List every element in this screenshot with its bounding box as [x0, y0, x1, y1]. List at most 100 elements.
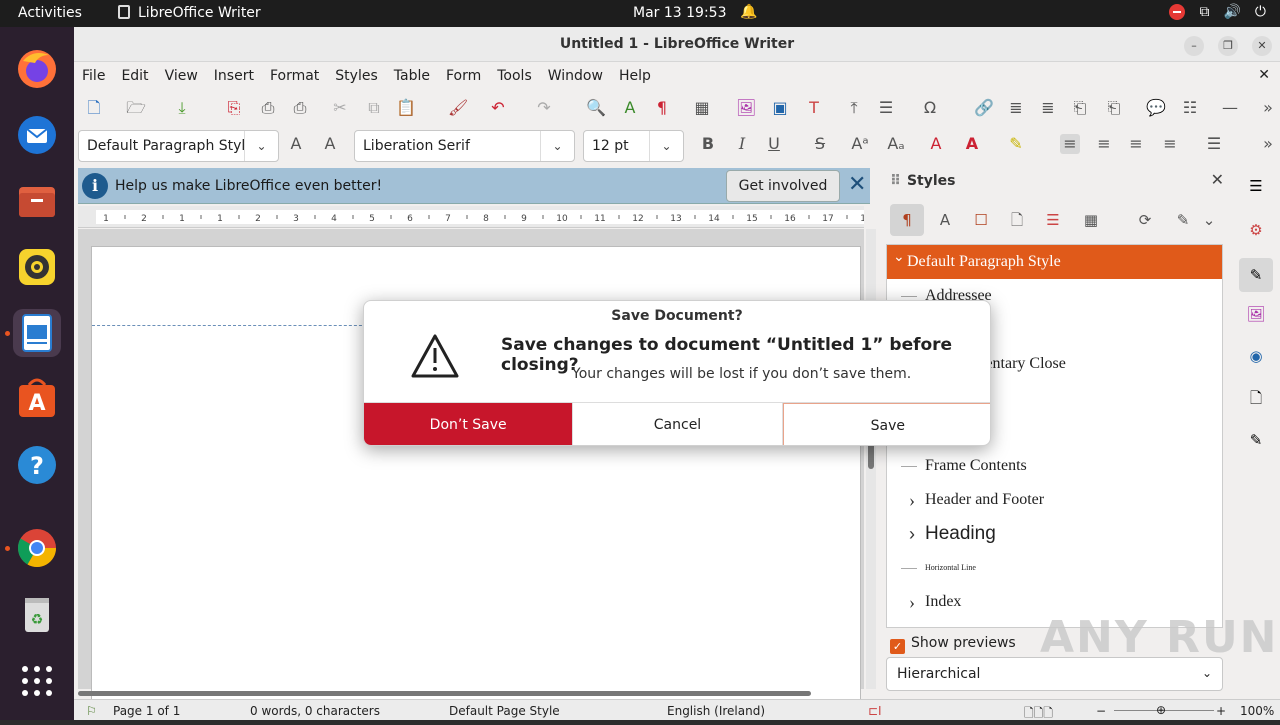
- style-item-horizontal-line[interactable]: Horizontal Line: [887, 551, 1222, 585]
- font-size-combo[interactable]: 12 pt ⌄: [583, 130, 684, 162]
- align-right-icon[interactable]: ≡: [1126, 134, 1146, 154]
- align-left-icon[interactable]: ≡: [1060, 134, 1080, 154]
- list-icon[interactable]: ☰: [1204, 134, 1224, 154]
- menu-form[interactable]: Form: [446, 68, 481, 84]
- rhythmbox-icon[interactable]: [13, 243, 61, 291]
- fill-format-icon[interactable]: ⟳: [1128, 204, 1162, 236]
- firefox-icon[interactable]: [13, 45, 61, 93]
- page-count[interactable]: Page 1 of 1: [113, 704, 180, 718]
- help-icon[interactable]: ?: [13, 441, 61, 489]
- files-icon[interactable]: [13, 177, 61, 225]
- page-styles-icon[interactable]: 🗋: [1000, 204, 1034, 236]
- toolbar-overflow-icon[interactable]: »: [1258, 134, 1278, 154]
- cancel-button[interactable]: Cancel: [573, 403, 783, 445]
- chevron-down-icon[interactable]: ⌄: [244, 131, 278, 161]
- insert-endnote-icon[interactable]: ≣: [1038, 98, 1058, 118]
- style-item-default-paragraph-style[interactable]: Default Paragraph Style: [887, 245, 1222, 279]
- print-icon[interactable]: ⎙: [258, 98, 278, 118]
- superscript-icon[interactable]: Aᵃ: [850, 134, 870, 154]
- subscript-icon[interactable]: Aₐ: [886, 134, 906, 154]
- frame-styles-icon[interactable]: ☐: [964, 204, 998, 236]
- insert-cross-reference-icon[interactable]: ⎗: [1104, 98, 1124, 118]
- track-changes-icon[interactable]: ☷: [1180, 98, 1200, 118]
- clone-formatting-icon[interactable]: 🖌: [448, 98, 468, 118]
- navigator-icon[interactable]: ◉: [1244, 344, 1268, 368]
- insert-mode-icon[interactable]: ⊏I: [868, 704, 882, 718]
- word-count[interactable]: 0 words, 0 characters: [250, 704, 380, 718]
- insert-line-icon[interactable]: —: [1220, 98, 1240, 118]
- show-previews-checkbox[interactable]: ✓ Show previews: [890, 635, 1016, 654]
- vertical-scrollbar[interactable]: [866, 229, 876, 689]
- page-style-status[interactable]: Default Page Style: [449, 704, 560, 718]
- sidebar-menu-icon[interactable]: ☰: [1244, 174, 1268, 198]
- insert-hyperlink-icon[interactable]: 🔗: [974, 98, 994, 118]
- menu-styles[interactable]: Styles: [335, 68, 377, 84]
- font-name-combo[interactable]: Liberation Serif ⌄: [354, 130, 575, 162]
- strikethrough-icon[interactable]: S: [810, 134, 830, 154]
- style-item-header-and-footer[interactable]: Header and Footer: [887, 483, 1222, 517]
- paste-icon[interactable]: 📋: [396, 98, 416, 118]
- redo-icon[interactable]: ↷: [534, 98, 554, 118]
- maximize-button[interactable]: ❐: [1218, 36, 1238, 56]
- insert-image-icon[interactable]: 🖼: [736, 98, 756, 118]
- ubuntu-software-icon[interactable]: A: [13, 375, 61, 423]
- character-styles-icon[interactable]: A: [928, 204, 962, 236]
- align-center-icon[interactable]: ≡: [1094, 134, 1114, 154]
- new-style-icon[interactable]: A: [320, 134, 340, 154]
- export-pdf-icon[interactable]: ⎘: [224, 98, 244, 118]
- underline-icon[interactable]: U: [764, 134, 784, 154]
- formatting-marks-icon[interactable]: ¶: [652, 98, 672, 118]
- chevron-down-icon[interactable]: ⌄: [649, 131, 683, 161]
- insert-bookmark-icon[interactable]: ⎗: [1070, 98, 1090, 118]
- menu-table[interactable]: Table: [394, 68, 430, 84]
- zoom-out-icon[interactable]: −: [1096, 704, 1106, 718]
- update-style-icon[interactable]: A: [286, 134, 306, 154]
- digital-signature-icon[interactable]: ⚐: [86, 704, 97, 718]
- style-inspector-icon[interactable]: ✎: [1244, 428, 1268, 452]
- styles-deck-icon[interactable]: ✎: [1239, 258, 1273, 292]
- activities-button[interactable]: Activities: [18, 5, 82, 21]
- view-layout-icons[interactable]: 🗋🗋🗋: [1024, 704, 1053, 725]
- insert-textbox-icon[interactable]: T: [804, 98, 824, 118]
- print-preview-icon[interactable]: ⎙: [290, 98, 310, 118]
- clear-formatting-icon[interactable]: A: [926, 134, 946, 154]
- zoom-in-icon[interactable]: +: [1216, 704, 1226, 718]
- insert-field-icon[interactable]: ☰: [876, 98, 896, 118]
- horizontal-ruler[interactable]: 121123456789101112131415161718: [78, 206, 886, 228]
- libreoffice-writer-icon[interactable]: [13, 309, 61, 357]
- minimize-button[interactable]: –: [1184, 36, 1204, 56]
- style-item-frame-contents[interactable]: Frame Contents: [887, 449, 1222, 483]
- clock[interactable]: Mar 13 19:53: [633, 5, 726, 21]
- style-item-heading[interactable]: Heading: [887, 517, 1222, 551]
- horizontal-scrollbar[interactable]: [78, 689, 874, 697]
- close-sidebar-icon[interactable]: ✕: [1211, 170, 1224, 189]
- get-involved-button[interactable]: Get involved: [726, 170, 840, 202]
- trash-icon[interactable]: ♻: [13, 590, 61, 638]
- justify-icon[interactable]: ≡: [1160, 134, 1180, 154]
- gallery-icon[interactable]: 🖼: [1244, 302, 1268, 326]
- insert-page-break-icon[interactable]: ⤒: [844, 98, 864, 118]
- system-tray[interactable]: ⧉ 🔊 ⏻: [1169, 4, 1266, 20]
- insert-footnote-icon[interactable]: ≣: [1006, 98, 1026, 118]
- toolbar-overflow-icon[interactable]: »: [1258, 98, 1278, 118]
- close-infobar-icon[interactable]: ✕: [848, 172, 866, 197]
- copy-icon[interactable]: ⧉: [364, 98, 384, 118]
- italic-icon[interactable]: I: [732, 134, 752, 154]
- open-icon[interactable]: 🗁: [126, 98, 146, 118]
- find-replace-icon[interactable]: 🔍: [586, 98, 606, 118]
- thunderbird-icon[interactable]: [13, 111, 61, 159]
- scrollbar-thumb[interactable]: [78, 691, 811, 696]
- list-styles-icon[interactable]: ☰: [1036, 204, 1070, 236]
- spelling-icon[interactable]: A: [620, 98, 640, 118]
- paragraph-styles-icon[interactable]: ¶: [890, 204, 924, 236]
- menu-tools[interactable]: Tools: [497, 68, 532, 84]
- paragraph-style-combo[interactable]: Default Paragraph Styl ⌄: [78, 130, 279, 162]
- highlight-color-icon[interactable]: ✎: [1006, 134, 1026, 154]
- cut-icon[interactable]: ✂: [330, 98, 350, 118]
- menu-insert[interactable]: Insert: [214, 68, 254, 84]
- language-status[interactable]: English (Ireland): [667, 704, 765, 718]
- chevron-down-icon[interactable]: ⌄: [1192, 204, 1226, 236]
- chevron-down-icon[interactable]: ⌄: [540, 131, 574, 161]
- table-styles-icon[interactable]: ▦: [1074, 204, 1108, 236]
- undo-icon[interactable]: ↶: [488, 98, 508, 118]
